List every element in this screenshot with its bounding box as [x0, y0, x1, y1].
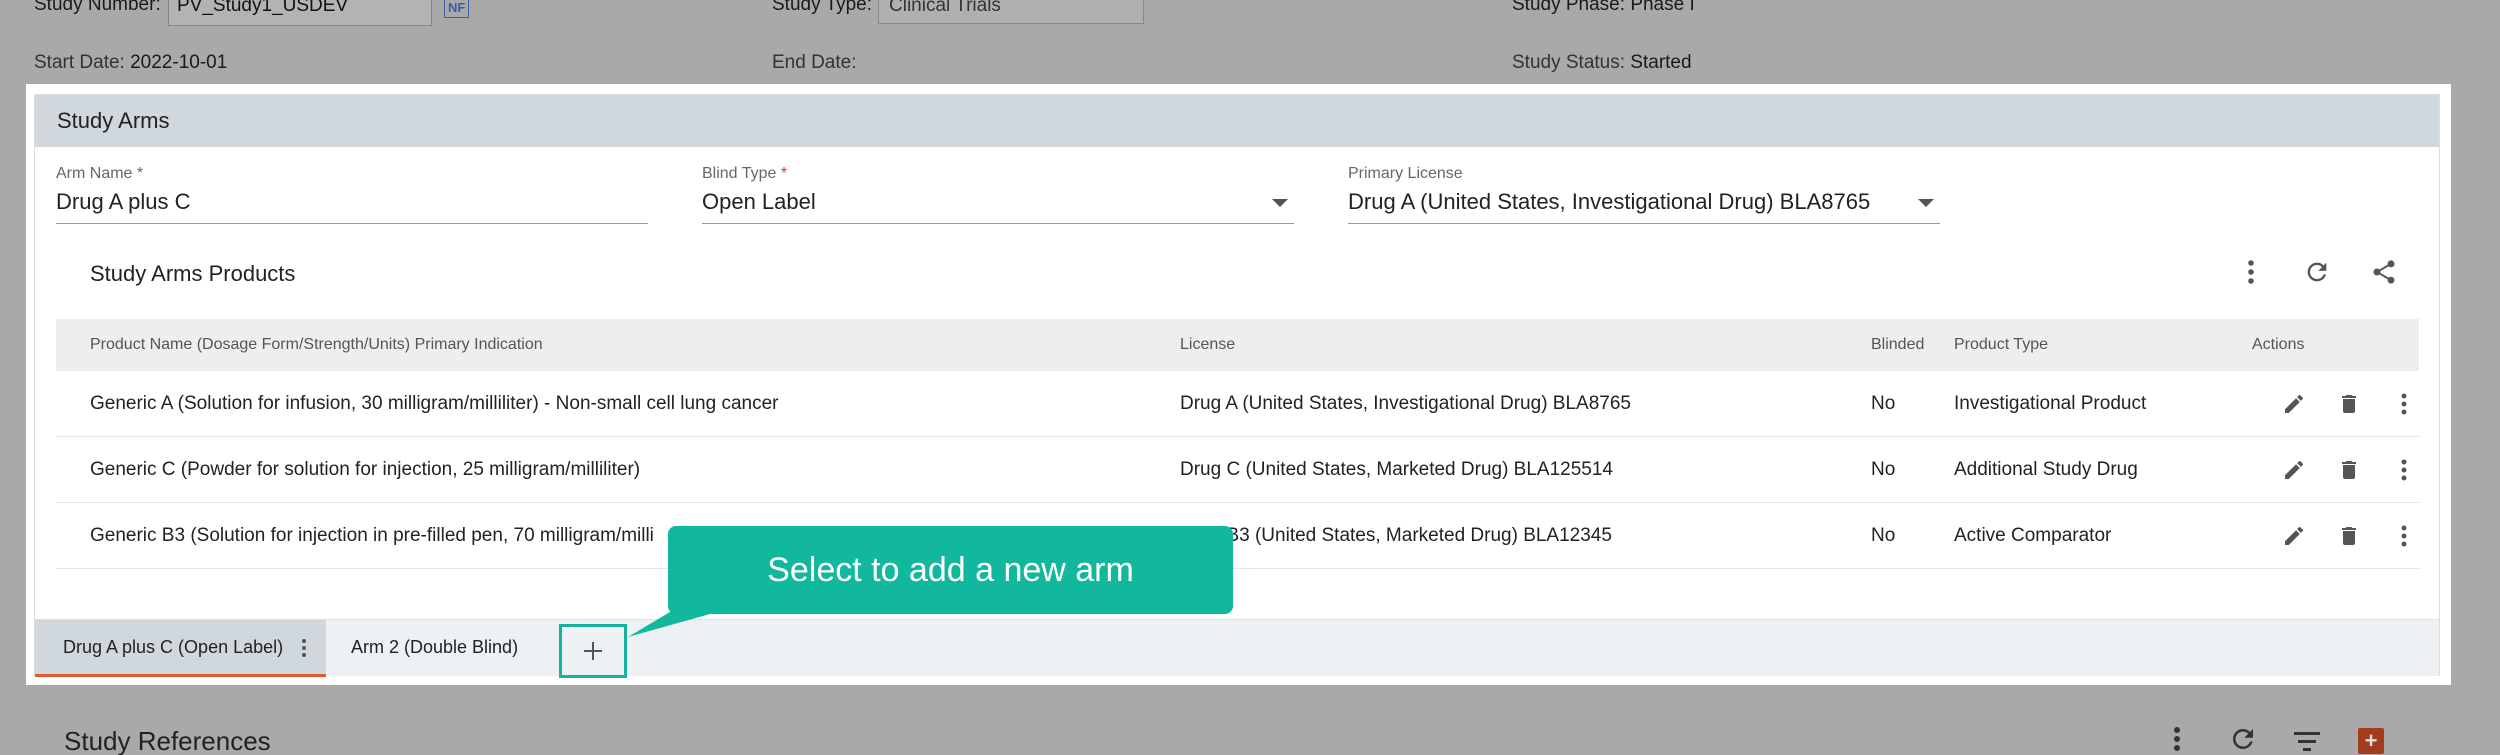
blind-type-select[interactable]: Blind Type * Open Label	[702, 165, 1294, 224]
study-type-select[interactable]: Clinical Trials	[878, 0, 1144, 24]
blind-type-value: Open Label	[702, 189, 816, 214]
license-cell: Drug B3 (United States, Marketed Drug) B…	[1180, 525, 1612, 546]
add-arm-button[interactable]	[559, 624, 627, 678]
required-mark: *	[136, 165, 144, 182]
column-header-product-type[interactable]: Product Type	[1954, 336, 2048, 354]
delete-icon[interactable]	[2334, 455, 2364, 485]
start-date-value: 2022-10-01	[130, 52, 228, 73]
more-vert-icon[interactable]	[302, 636, 307, 660]
study-number-label: Study Number:	[34, 0, 161, 15]
arm-name-field[interactable]: Arm Name * Drug A plus C	[56, 165, 648, 224]
tab-label: Drug A plus C (Open Label)	[63, 637, 284, 657]
end-date: End Date:	[772, 52, 857, 74]
primary-license-label: Primary License	[1348, 165, 1463, 182]
delete-icon[interactable]	[2334, 389, 2364, 419]
study-phase-label: Study Phase: Phase I	[1512, 0, 1695, 16]
blind-type-label-text: Blind Type	[702, 165, 777, 182]
study-status-label: Study Status:	[1512, 52, 1626, 73]
column-header-actions: Actions	[2252, 336, 2305, 353]
end-date-label: End Date:	[772, 52, 857, 73]
arm-tabs: Drug A plus C (Open Label) Arm 2 (Double…	[35, 619, 2439, 678]
table-header: Product Name (Dosage Form/Strength/Units…	[56, 319, 2419, 371]
start-date: Start Date: 2022-10-01	[34, 52, 227, 74]
primary-license-select[interactable]: Primary License Drug A (United States, I…	[1348, 165, 1940, 224]
product-cell: Generic B3 (Solution for injection in pr…	[90, 525, 654, 546]
column-header-product[interactable]: Product Name (Dosage Form/Strength/Units…	[90, 336, 543, 354]
arm-name-value[interactable]: Drug A plus C	[56, 189, 648, 223]
chevron-down-icon[interactable]	[1918, 199, 1934, 207]
start-date-label: Start Date:	[34, 52, 125, 73]
plus-icon: +	[2364, 728, 2378, 753]
delete-icon[interactable]	[2334, 521, 2364, 551]
refresh-icon[interactable]	[2300, 255, 2334, 289]
tab-label: Arm 2 (Double Blind)	[351, 637, 519, 657]
study-references-heading: Study References	[64, 726, 271, 755]
required-mark: *	[780, 165, 788, 182]
study-phase-label-text: Study Phase:	[1512, 0, 1626, 15]
study-type-value: Clinical Trials	[889, 0, 1001, 16]
edit-icon[interactable]	[2279, 521, 2309, 551]
study-arms-panel: Study Arms Arm Name * Drug A plus C Blin…	[34, 94, 2440, 678]
edit-icon[interactable]	[2279, 455, 2309, 485]
product-type-cell: Additional Study Drug	[1954, 459, 2138, 480]
license-cell: Drug C (United States, Marketed Drug) BL…	[1180, 459, 1613, 480]
share-icon[interactable]	[2367, 255, 2401, 289]
study-type-label: Study Type:	[772, 0, 872, 15]
edit-icon[interactable]	[2279, 389, 2309, 419]
more-vert-icon[interactable]	[2389, 455, 2419, 485]
product-cell: Generic C (Powder for solution for injec…	[90, 459, 641, 480]
panel-title: Study Arms	[35, 95, 2439, 147]
chevron-down-icon[interactable]	[1272, 199, 1288, 207]
arm-name-label-text: Arm Name	[56, 165, 133, 182]
license-cell: Drug A (United States, Investigational D…	[1180, 393, 1631, 414]
more-vert-icon[interactable]	[2164, 724, 2190, 755]
products-title: Study Arms Products	[90, 261, 296, 286]
blind-type-label: Blind Type *	[702, 165, 1294, 183]
arm-name-label: Arm Name *	[56, 165, 648, 183]
product-type-cell: Investigational Product	[1954, 393, 2147, 414]
product-type-cell: Active Comparator	[1954, 525, 2112, 546]
table-row: Generic C (Powder for solution for injec…	[56, 437, 2419, 503]
nf-badge[interactable]: NF	[444, 0, 470, 18]
blinded-cell: No	[1871, 393, 1896, 414]
plus-icon	[584, 642, 602, 660]
tab-arm-2[interactable]: Arm 2 (Double Blind)	[351, 620, 518, 677]
blinded-cell: No	[1871, 459, 1896, 480]
more-vert-icon[interactable]	[2389, 389, 2419, 419]
column-header-license[interactable]: License	[1180, 336, 1235, 354]
study-status-value: Started	[1630, 52, 1692, 73]
add-reference-button[interactable]: +	[2358, 728, 2384, 754]
filter-icon[interactable]	[2292, 728, 2322, 755]
table-row: Generic A (Solution for infusion, 30 mil…	[56, 371, 2419, 437]
product-cell: Generic A (Solution for infusion, 30 mil…	[90, 393, 779, 414]
callout-text: Select to add a new arm	[767, 550, 1134, 589]
study-number-field[interactable]: PV_Study1_USDEV	[168, 0, 432, 26]
products-table: Product Name (Dosage Form/Strength/Units…	[56, 319, 2419, 569]
study-phase-value: Phase I	[1630, 0, 1695, 15]
more-vert-icon[interactable]	[2389, 521, 2419, 551]
more-vert-icon[interactable]	[2234, 255, 2268, 289]
primary-license-value: Drug A (United States, Investigational D…	[1348, 189, 1871, 214]
refresh-icon[interactable]	[2228, 724, 2258, 755]
tab-arm-1[interactable]: Drug A plus C (Open Label)	[35, 620, 326, 677]
column-header-blinded[interactable]: Blinded	[1871, 336, 1924, 354]
callout-tooltip: Select to add a new arm	[668, 526, 1233, 614]
blinded-cell: No	[1871, 525, 1896, 546]
study-status: Study Status: Started	[1512, 52, 1692, 74]
table-row: Generic B3 (Solution for injection in pr…	[56, 503, 2419, 569]
